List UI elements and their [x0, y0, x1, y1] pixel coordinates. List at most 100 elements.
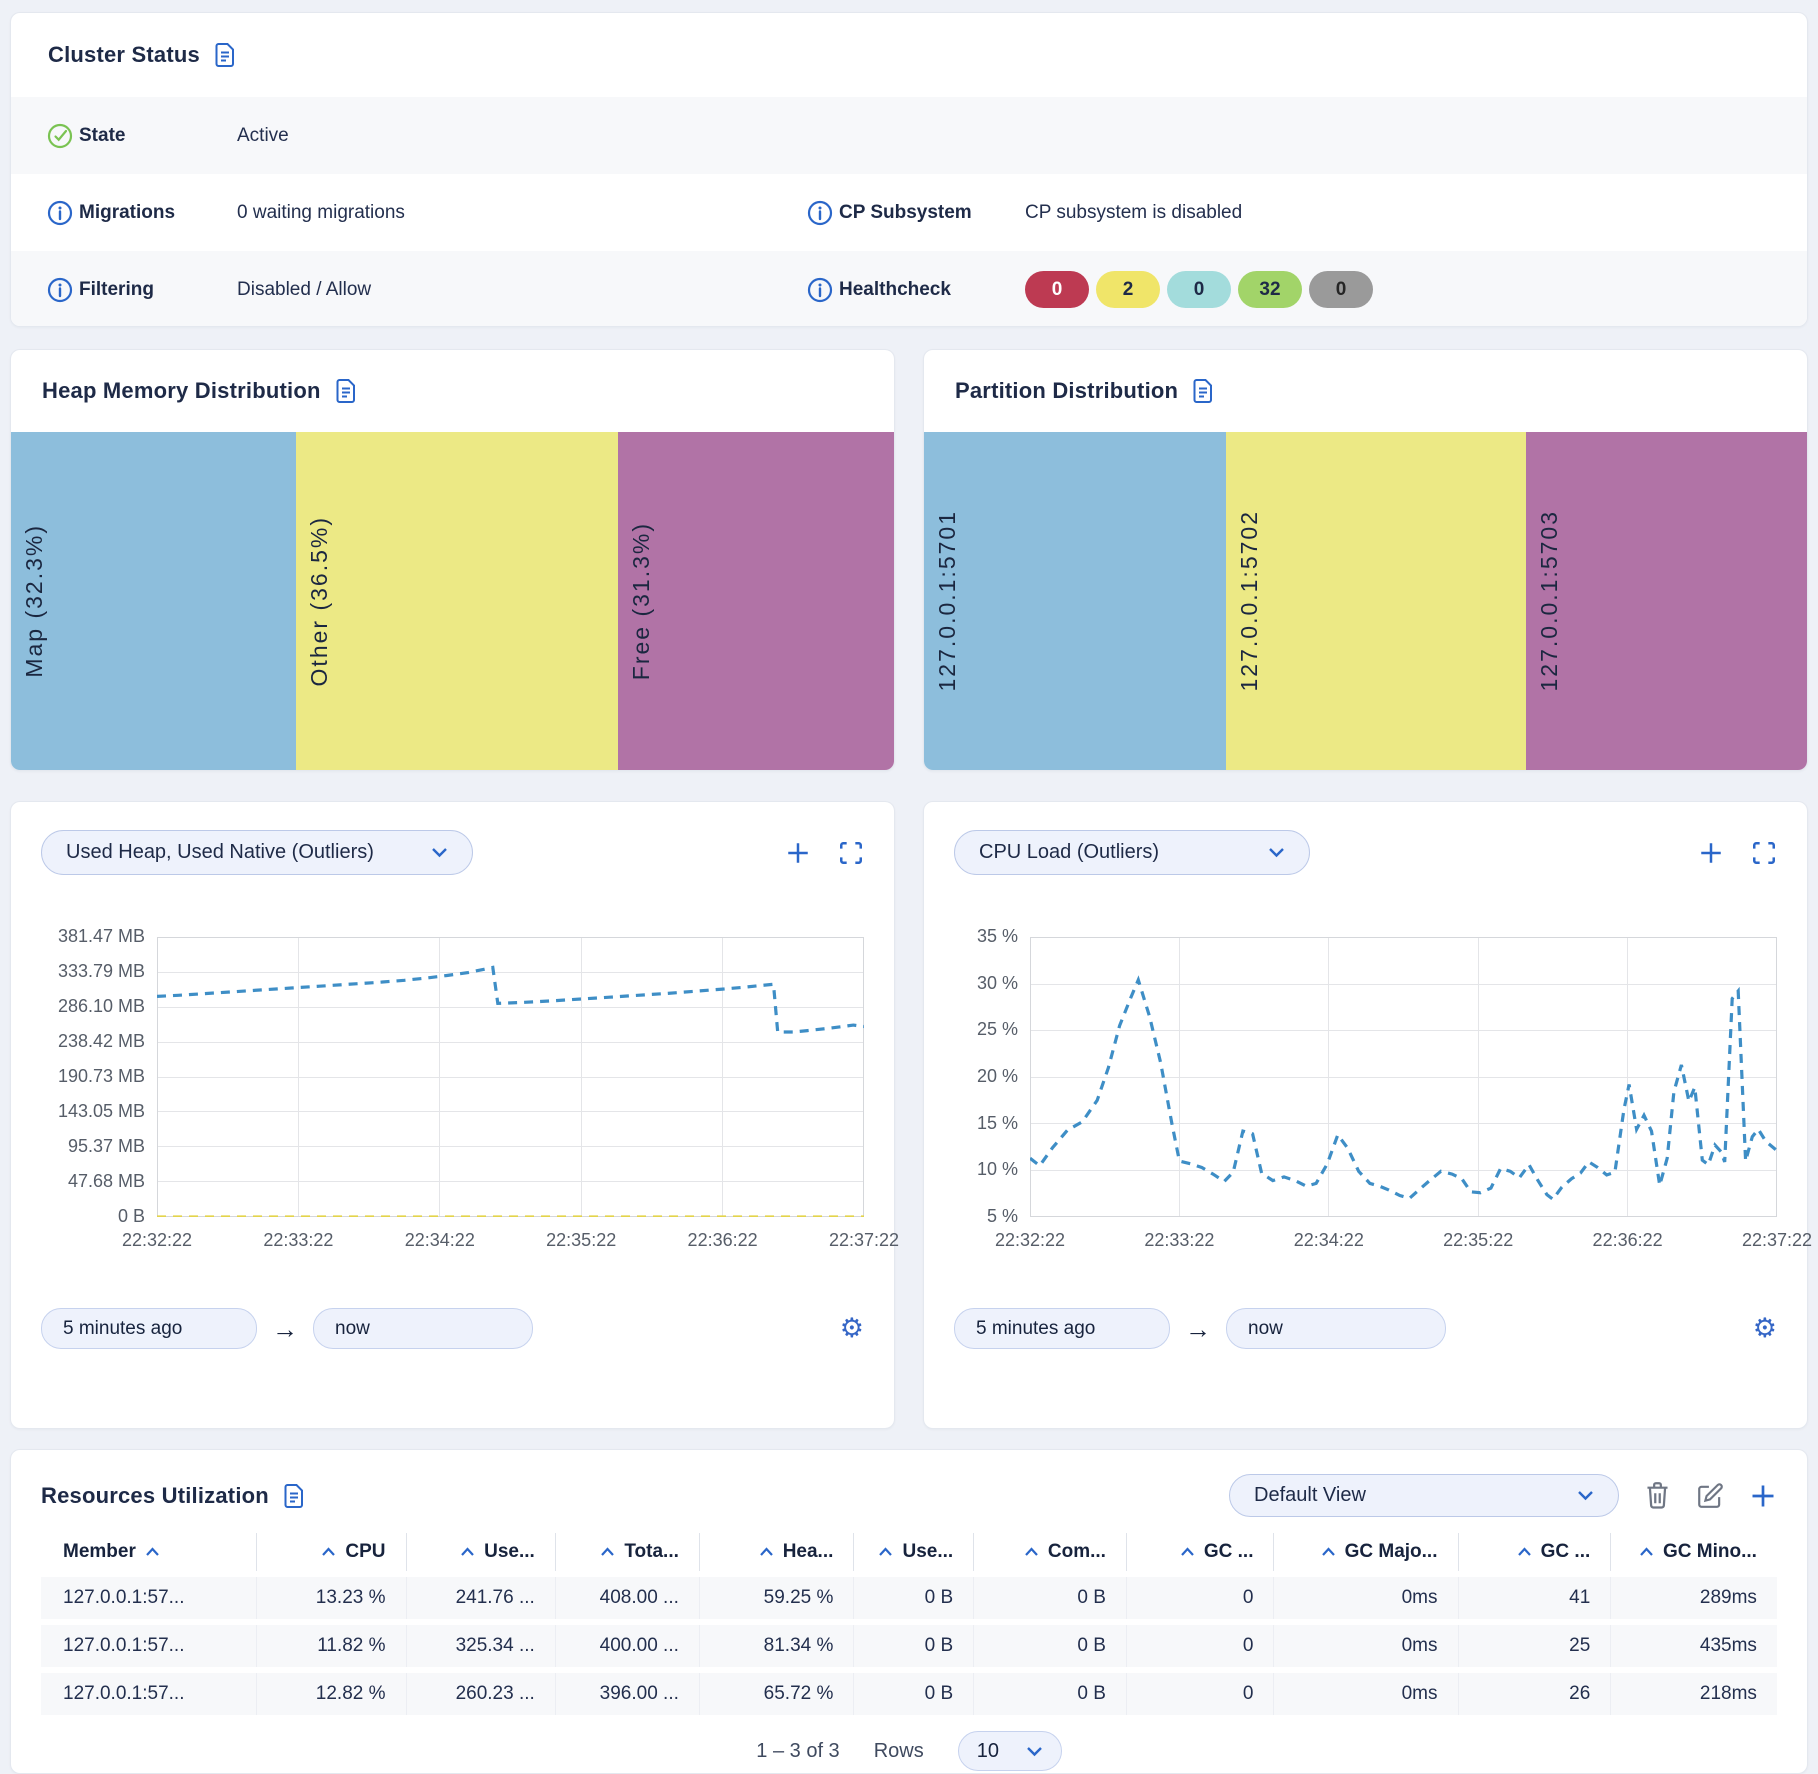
series-cpu-load [1030, 980, 1777, 1199]
column-header-tota[interactable]: Tota... [555, 1533, 699, 1571]
table-cell: 0 B [853, 1673, 973, 1715]
metric-selector-dropdown[interactable]: CPU Load (Outliers) [954, 830, 1310, 875]
cluster-row-migrations: Migrations 0 waiting migrations CP Subsy… [11, 174, 1807, 251]
metric-selector-dropdown[interactable]: Used Heap, Used Native (Outliers) [41, 830, 473, 875]
table-cell: 396.00 ... [555, 1673, 699, 1715]
used-heap-plot[interactable] [157, 937, 864, 1217]
arrow-right-icon: → [1185, 1316, 1211, 1342]
migrations-label: Migrations [79, 202, 237, 224]
distribution-segment[interactable]: 127.0.0.1:5701 [924, 432, 1226, 770]
cpu-load-plot[interactable] [1030, 937, 1777, 1217]
distribution-segment[interactable]: Free (31.3%) [618, 432, 894, 770]
table-row[interactable]: 127.0.0.1:57...11.82 %325.34 ...400.00 .… [41, 1625, 1777, 1667]
document-icon[interactable] [284, 1484, 304, 1508]
column-header-gc[interactable]: GC ... [1458, 1533, 1611, 1571]
distribution-segment[interactable]: Map (32.3%) [11, 432, 296, 770]
gear-icon[interactable]: ⚙ [840, 1315, 864, 1342]
healthcheck-badge[interactable]: 0 [1025, 271, 1089, 308]
document-icon[interactable] [1193, 379, 1213, 403]
column-label: GC Mino... [1663, 1541, 1757, 1563]
column-header-gcmajo[interactable]: GC Majo... [1273, 1533, 1457, 1571]
table-cell: 0 B [973, 1673, 1126, 1715]
column-label: Hea... [783, 1541, 834, 1563]
gear-icon[interactable]: ⚙ [1753, 1315, 1777, 1342]
column-header-use[interactable]: Use... [406, 1533, 555, 1571]
fullscreen-icon[interactable] [838, 840, 864, 866]
y-tick-label: 333.79 MB [58, 961, 145, 982]
healthcheck-badge[interactable]: 0 [1309, 271, 1373, 308]
y-axis-labels: 35 %30 %25 %20 %15 %10 %5 % [954, 937, 1030, 1217]
column-header-gc[interactable]: GC ... [1126, 1533, 1274, 1571]
table-row[interactable]: 127.0.0.1:57...12.82 %260.23 ...396.00 .… [41, 1673, 1777, 1715]
healthcheck-badge[interactable]: 0 [1167, 271, 1231, 308]
edit-view-button[interactable] [1696, 1482, 1724, 1510]
table-cell: 0 [1126, 1577, 1274, 1619]
cpu-load-chart-card: CPU Load (Outliers) 35 %30 %25 %20 %15 %… [923, 801, 1808, 1429]
distribution-segment[interactable]: Other (36.5%) [296, 432, 618, 770]
heap-distribution-title: Heap Memory Distribution [42, 378, 321, 404]
view-selector-value: Default View [1254, 1484, 1366, 1507]
table-cell: 400.00 ... [555, 1625, 699, 1667]
table-cell: 12.82 % [256, 1673, 405, 1715]
filtering-value: Disabled / Allow [237, 279, 807, 301]
y-tick-label: 0 B [118, 1206, 145, 1227]
column-header-member[interactable]: Member [41, 1533, 256, 1571]
y-tick-label: 10 % [977, 1159, 1018, 1180]
y-tick-label: 5 % [987, 1206, 1018, 1227]
distribution-segment[interactable]: 127.0.0.1:5702 [1226, 432, 1526, 770]
info-icon[interactable] [807, 200, 839, 226]
y-tick-label: 381.47 MB [58, 926, 145, 947]
x-tick-label: 22:35:22 [546, 1230, 616, 1251]
info-icon[interactable] [47, 277, 79, 303]
column-header-use[interactable]: Use... [853, 1533, 973, 1571]
column-label: Use... [902, 1541, 953, 1563]
segment-label: Map (32.3%) [21, 524, 48, 678]
table-cell: 41 [1458, 1577, 1611, 1619]
add-chart-button[interactable] [1698, 840, 1724, 866]
x-tick-label: 22:32:22 [122, 1230, 192, 1251]
y-tick-label: 15 % [977, 1113, 1018, 1134]
column-header-gcmino[interactable]: GC Mino... [1610, 1533, 1777, 1571]
sort-caret-icon [1321, 1547, 1336, 1557]
delete-view-button[interactable] [1644, 1481, 1671, 1510]
migrations-value: 0 waiting migrations [237, 202, 807, 224]
cluster-status-header: Cluster Status [11, 13, 1807, 97]
time-from-input[interactable]: 5 minutes ago [954, 1308, 1170, 1349]
fullscreen-icon[interactable] [1751, 840, 1777, 866]
heap-memory-distribution-card: Heap Memory Distribution Map (32.3%) Othe… [10, 349, 895, 771]
column-label: Tota... [624, 1541, 679, 1563]
table-cell: 0ms [1273, 1577, 1457, 1619]
table-cell: 11.82 % [256, 1625, 405, 1667]
x-tick-label: 22:34:22 [1294, 1230, 1364, 1251]
partition-distribution-bar: 127.0.0.1:5701127.0.0.1:5702127.0.0.1:57… [924, 432, 1807, 770]
time-to-input[interactable]: now [1226, 1308, 1446, 1349]
table-cell: 0 [1126, 1625, 1274, 1667]
table-cell: 0ms [1273, 1625, 1457, 1667]
table-cell: 0 B [853, 1577, 973, 1619]
table-row[interactable]: 127.0.0.1:57...13.23 %241.76 ...408.00 .… [41, 1577, 1777, 1619]
state-label: State [79, 125, 237, 147]
table-cell: 25 [1458, 1625, 1611, 1667]
time-to-input[interactable]: now [313, 1308, 533, 1349]
add-view-button[interactable] [1749, 1482, 1777, 1510]
document-icon[interactable] [336, 379, 356, 403]
y-tick-label: 143.05 MB [58, 1101, 145, 1122]
info-icon[interactable] [47, 200, 79, 226]
rows-per-page-dropdown[interactable]: 10 [958, 1731, 1062, 1771]
chevron-down-icon [1268, 847, 1285, 858]
column-header-cpu[interactable]: CPU [256, 1533, 405, 1571]
distribution-segment[interactable]: 127.0.0.1:5703 [1526, 432, 1807, 770]
column-header-com[interactable]: Com... [973, 1533, 1126, 1571]
healthcheck-badge[interactable]: 32 [1238, 271, 1302, 308]
healthcheck-badge[interactable]: 2 [1096, 271, 1160, 308]
info-icon[interactable] [807, 277, 839, 303]
sort-caret-icon [1639, 1547, 1654, 1557]
document-icon[interactable] [215, 43, 235, 67]
x-tick-label: 22:32:22 [995, 1230, 1065, 1251]
healthcheck-label: Healthcheck [839, 279, 1025, 301]
column-header-hea[interactable]: Hea... [699, 1533, 854, 1571]
time-from-input[interactable]: 5 minutes ago [41, 1308, 257, 1349]
view-selector-dropdown[interactable]: Default View [1229, 1474, 1619, 1517]
add-chart-button[interactable] [785, 840, 811, 866]
sort-caret-icon [759, 1547, 774, 1557]
